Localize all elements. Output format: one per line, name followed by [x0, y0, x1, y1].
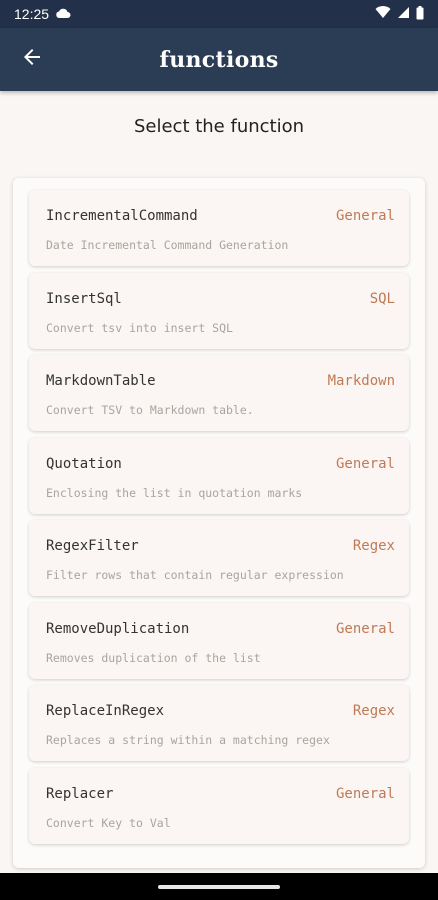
- function-name: InsertSql: [46, 291, 122, 307]
- battery-icon: [416, 5, 424, 23]
- function-name: RemoveDuplication: [46, 621, 190, 637]
- function-name: RegexFilter: [46, 538, 139, 554]
- function-category: Regex: [352, 538, 395, 554]
- function-description: Date Incremental Command Generation: [46, 238, 289, 252]
- function-list: IncrementalCommand General Date Incremen…: [13, 178, 425, 868]
- function-item-quotation[interactable]: Quotation General Enclosing the list in …: [29, 438, 409, 514]
- function-name: Replacer: [46, 786, 114, 802]
- function-item-incremental-command[interactable]: IncrementalCommand General Date Incremen…: [29, 190, 409, 266]
- function-category: Regex: [352, 703, 395, 719]
- function-item-insert-sql[interactable]: InsertSql SQL Convert tsv into insert SQ…: [29, 273, 409, 349]
- section-heading: Select the function: [133, 116, 305, 137]
- function-category: General: [335, 786, 395, 802]
- back-button[interactable]: [12, 40, 52, 80]
- function-category: General: [335, 621, 395, 637]
- function-name: MarkdownTable: [46, 373, 156, 389]
- status-left: 12:25: [14, 6, 71, 22]
- app-bar: functions: [0, 28, 438, 91]
- signal-icon: [397, 6, 410, 22]
- function-category: General: [335, 456, 395, 472]
- function-name: IncrementalCommand: [46, 208, 198, 224]
- status-time: 12:25: [14, 6, 50, 22]
- function-name: Quotation: [46, 456, 122, 472]
- function-category: SQL: [369, 291, 395, 307]
- function-description: Filter rows that contain regular express…: [46, 568, 344, 582]
- status-right: [375, 5, 424, 23]
- function-category: Markdown: [327, 373, 395, 389]
- function-description: Convert tsv into insert SQL: [46, 321, 233, 335]
- function-description: Removes duplication of the list: [46, 651, 261, 665]
- status-bar: 12:25: [0, 0, 438, 28]
- function-item-regex-filter[interactable]: RegexFilter Regex Filter rows that conta…: [29, 520, 409, 596]
- function-item-markdown-table[interactable]: MarkdownTable Markdown Convert TSV to Ma…: [29, 355, 409, 431]
- arrow-left-icon: [20, 45, 44, 74]
- function-description: Convert Key to Val: [46, 816, 171, 830]
- function-item-replacer[interactable]: Replacer General Convert Key to Val: [29, 768, 409, 844]
- function-description: Replaces a string within a matching rege…: [46, 733, 330, 747]
- function-item-replace-in-regex[interactable]: ReplaceInRegex Regex Replaces a string w…: [29, 685, 409, 761]
- function-item-remove-duplication[interactable]: RemoveDuplication General Removes duplic…: [29, 603, 409, 679]
- system-navigation-bar: [0, 873, 438, 900]
- function-description: Convert TSV to Markdown table.: [46, 403, 254, 417]
- page-title: functions: [159, 46, 279, 73]
- function-category: General: [335, 208, 395, 224]
- cloud-icon: [55, 6, 71, 22]
- wifi-icon: [375, 6, 391, 22]
- function-description: Enclosing the list in quotation marks: [46, 486, 303, 500]
- function-name: ReplaceInRegex: [46, 703, 165, 719]
- home-gesture-handle[interactable]: [158, 885, 280, 889]
